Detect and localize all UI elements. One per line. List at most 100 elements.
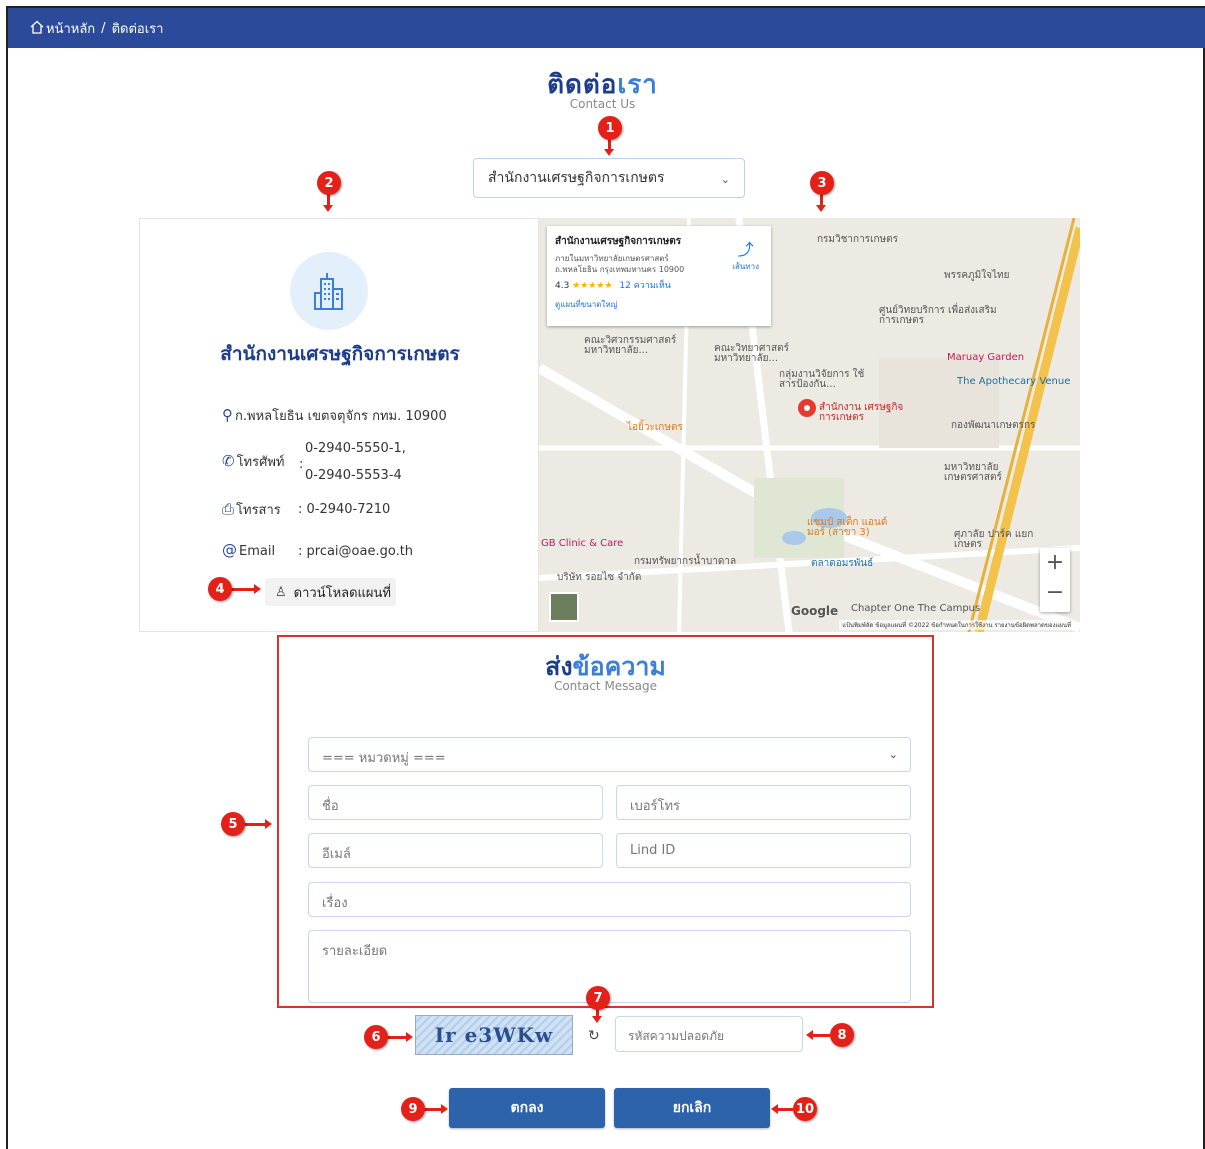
callout-arrow-1 xyxy=(604,139,614,156)
directions-label: เส้นทาง xyxy=(732,262,759,271)
security-code-input[interactable]: รหัสความปลอดภัย xyxy=(615,1016,803,1052)
callout-arrow-3 xyxy=(816,194,826,212)
map-user-icon: ♙ xyxy=(275,584,287,600)
chevron-down-icon: ⌄ xyxy=(888,748,898,761)
callout-badge-1: 1 xyxy=(598,116,622,140)
callout-badge-4: 4 xyxy=(208,577,232,601)
zoom-out-button[interactable]: − xyxy=(1040,578,1070,608)
directions-button[interactable]: ⤴ เส้นทาง xyxy=(732,236,759,273)
callout-badge-10: 10 xyxy=(793,1097,817,1121)
cancel-button[interactable]: ยกเลิก xyxy=(614,1088,770,1128)
phone-row: ✆ โทรศัพท์ xyxy=(222,451,285,472)
larger-map-link[interactable]: ดูแผนที่ขนาดใหญ่ xyxy=(555,298,763,311)
name-field[interactable]: ชื่อ xyxy=(308,785,603,820)
building-icon xyxy=(290,252,368,330)
callout-badge-7: 7 xyxy=(586,986,610,1010)
category-select[interactable]: === หมวดหมู่ === ⌄ xyxy=(308,737,911,772)
at-sign-icon: @ xyxy=(222,541,237,559)
office-name: สำนักงานเศรษฐกิจการเกษตร xyxy=(220,343,460,365)
location-pin-icon: ⚲ xyxy=(222,406,233,424)
breadcrumb-current: ติดต่อเรา xyxy=(111,21,164,37)
map-place-label: กรมทรัพยากรน้ำบาดาล xyxy=(634,556,737,567)
detail-textarea[interactable]: รายละเอียด xyxy=(308,930,911,1003)
map-place-label: Maruay Garden xyxy=(947,352,1025,363)
directions-icon: ⤴ xyxy=(737,240,754,259)
download-map-label: ดาวน์โหลดแผนที่ xyxy=(293,585,391,601)
callout-badge-5: 5 xyxy=(221,812,245,836)
home-icon[interactable] xyxy=(30,20,44,34)
breadcrumb-separator: / xyxy=(101,20,106,36)
callout-arrow-8 xyxy=(806,1030,830,1040)
map-place-label: The Apothecary Venue xyxy=(957,376,1071,387)
fax-row: ⎙ โทรสาร xyxy=(222,499,281,520)
zoom-in-button[interactable]: + xyxy=(1040,548,1070,578)
address-row: ⚲ ก.พหลโยธิน เขตจตุจักร กทม. 10900 xyxy=(222,405,447,426)
fax-icon: ⎙ xyxy=(222,500,235,518)
map-place-label: คณะวิทยาศาสตร์ มหาวิทยาลัย... xyxy=(714,343,789,364)
phone-icon: ✆ xyxy=(222,452,235,470)
satellite-toggle[interactable] xyxy=(549,592,579,622)
email-row: @ Email xyxy=(222,541,275,559)
map-place-label: บริษัท รอยไซ จำกัด xyxy=(557,572,642,583)
map-place-label: ไอยิ้วะเกษตร xyxy=(627,422,683,433)
callout-arrow-6 xyxy=(387,1032,413,1042)
subject-field[interactable]: เรื่อง xyxy=(308,882,911,917)
map-place-label: กรมวิชาการเกษตร xyxy=(817,234,899,245)
map-place-label: พรรคภูมิใจไทย xyxy=(944,270,1010,281)
office-select[interactable]: สำนักงานเศรษฐกิจการเกษตร ⌄ xyxy=(473,158,745,198)
callout-badge-3: 3 xyxy=(810,171,834,195)
chevron-down-icon: ⌄ xyxy=(720,173,730,186)
google-logo: Google xyxy=(791,604,839,618)
phone-number-2: 0-2940-5553-4 xyxy=(305,468,402,483)
category-select-value: === หมวดหมู่ === xyxy=(322,751,446,766)
email-value[interactable]: : prcai@oae.go.th xyxy=(298,544,413,559)
star-icon: ★★★★★ xyxy=(572,281,613,291)
email-label: Email xyxy=(239,544,276,559)
map-place-label: Chapter One The Campus xyxy=(851,603,981,614)
office-select-value: สำนักงานเศรษฐกิจการเกษตร xyxy=(488,170,665,186)
office-info-card: สำนักงานเศรษฐกิจการเกษตร ⚲ ก.พหลโยธิน เขต… xyxy=(139,218,539,632)
callout-badge-6: 6 xyxy=(364,1025,388,1049)
callout-arrow-7 xyxy=(592,1009,602,1023)
reviews-link[interactable]: 12 ความเห็น xyxy=(619,281,671,291)
phone-field[interactable]: เบอร์โทร xyxy=(616,785,911,820)
callout-arrow-4 xyxy=(231,584,261,594)
phone-separator: : xyxy=(299,457,304,472)
rating-value: 4.3 xyxy=(555,281,570,291)
map-card-rating: 4.3 ★★★★★ 12 ความเห็น xyxy=(555,278,763,292)
map-place-label: คณะวิศวกรรมศาสตร์ มหาวิทยาลัย... xyxy=(584,335,677,356)
line-id-field[interactable]: Lind ID xyxy=(616,833,911,868)
message-subtitle: Contact Message xyxy=(553,679,658,693)
breadcrumb: หน้าหลัก / ติดต่อเรา xyxy=(8,8,1205,48)
phone-label: โทรศัพท์ xyxy=(236,455,285,470)
map-place-label: ศุภาลัย ปาร์ค แยกเกษตร xyxy=(954,529,1034,550)
ok-button[interactable]: ตกลง xyxy=(449,1088,605,1128)
fax-value: : 0-2940-7210 xyxy=(298,502,391,517)
map-place-label: กลุ่มงานวิจัยการ ใช้สารป้องกัน... xyxy=(779,369,865,390)
map-place-label: ศูนย์วิทยบริการ เพื่อส่งเสริมการเกษตร xyxy=(879,305,997,326)
callout-badge-9: 9 xyxy=(401,1097,425,1121)
map-place-label: มหาวิทยาลัย เกษตรศาสตร์ xyxy=(944,462,1002,483)
map-place-label: ตลาดอมรพันธ์ xyxy=(811,558,874,569)
map-info-card: สำนักงานเศรษฐกิจการเกษตร ภายในมหาวิทยาลั… xyxy=(547,226,771,326)
contact-message-form: ส่งข้อความ Contact Message === หมวดหมู่ … xyxy=(277,635,934,1008)
embedded-map[interactable]: กรมวิชาการเกษตร พรรคภูมิใจไทย ศูนย์วิทยบ… xyxy=(539,218,1080,632)
map-place-label: GB Clinic & Care xyxy=(541,538,624,549)
map-pin-label: สำนักงาน เศรษฐกิจการเกษตร xyxy=(819,402,904,423)
callout-arrow-9 xyxy=(424,1104,448,1114)
fax-label: โทรสาร xyxy=(236,503,281,518)
callout-arrow-2 xyxy=(323,194,333,212)
map-zoom-controls: + − xyxy=(1040,548,1070,612)
map-footer: แป้นพิมพ์ลัด ข้อมูลแผนที่ ©2022 ข้อกำหนด… xyxy=(839,620,1074,630)
captcha-image: Ir e3WKw xyxy=(415,1015,573,1055)
refresh-icon[interactable]: ↻ xyxy=(588,1028,600,1044)
map-place-label: แชมป์ สเต็ก แอนด์ มอร์ (สาขา 3) xyxy=(807,517,888,538)
address-text: ก.พหลโยธิน เขตจตุจักร กทม. 10900 xyxy=(235,409,447,424)
page-subtitle: Contact Us xyxy=(569,97,636,111)
map-place-label: กองพัฒนาเกษตรกร xyxy=(951,420,1036,431)
breadcrumb-home[interactable]: หน้าหลัก xyxy=(46,18,95,39)
download-map-button[interactable]: ♙ ดาวน์โหลดแผนที่ xyxy=(265,578,396,606)
email-field[interactable]: อีเมล์ xyxy=(308,833,603,868)
callout-badge-8: 8 xyxy=(830,1023,854,1047)
phone-number-1: 0-2940-5550-1, xyxy=(305,441,406,456)
